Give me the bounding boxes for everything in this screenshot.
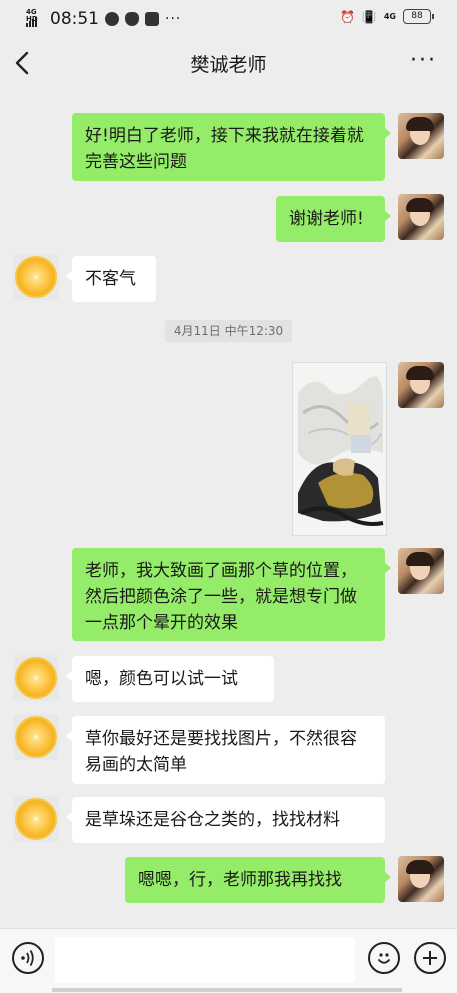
plus-button[interactable] [414, 942, 446, 974]
timestamp: 4月11日 中午12:30 [165, 320, 292, 342]
orange-avatar-icon [15, 798, 57, 840]
emoji-button[interactable] [368, 942, 400, 974]
battery-icon: 88 [403, 9, 434, 24]
clock: 08:51 [50, 9, 99, 29]
message-bubble[interactable]: 嗯嗯，行，老师那我再找找 [125, 857, 391, 903]
message-text: 好!明白了老师，接下来我就在接着就完善这些问题 [85, 126, 364, 172]
message-text: 老师，我大致画了画那个草的位置，然后把颜色涂了一些，就是想专门做一点那个晕开的效… [85, 561, 357, 633]
message-bubble[interactable]: 嗯，颜色可以试一试 [66, 656, 274, 702]
teacher-avatar[interactable] [13, 254, 59, 300]
chat-title: 樊诚老师 [190, 54, 267, 76]
network-right: 4G [383, 12, 396, 21]
teacher-avatar[interactable] [13, 714, 59, 760]
message-bubble[interactable]: 草你最好还是要找找图片，不然很容易画的太简单 [66, 716, 385, 784]
voice-icon [21, 950, 34, 966]
orange-avatar-icon [15, 657, 57, 699]
teacher-avatar[interactable] [13, 655, 59, 701]
status-bar: 4G HD 08:51 ··· ⏰ 📳 4G 88 [0, 0, 457, 36]
message-bubble[interactable]: 不客气 [66, 256, 156, 302]
qq-icon [125, 12, 139, 26]
my-avatar[interactable] [398, 194, 444, 240]
message-text: 是草垛还是谷仓之类的，找找材料 [85, 810, 340, 830]
chat-header: 樊诚老师 ··· [0, 36, 457, 92]
compass-icon [105, 12, 119, 26]
message-text: 草你最好还是要找找图片，不然很容易画的太简单 [85, 729, 357, 775]
my-avatar[interactable] [398, 113, 444, 159]
message-text: 嗯，颜色可以试一试 [85, 669, 238, 689]
signal-icon: 4G HD [26, 9, 44, 27]
alarm-icon: ⏰ [339, 9, 355, 24]
message-text: 谢谢老师! [289, 209, 364, 229]
app-icon [145, 12, 159, 26]
home-indicator [52, 988, 402, 992]
image-message[interactable] [292, 362, 387, 536]
message-bubble[interactable]: 好!明白了老师，接下来我就在接着就完善这些问题 [72, 113, 391, 181]
more-button[interactable]: ··· [410, 48, 437, 73]
orange-avatar-icon [15, 716, 57, 758]
message-text: 嗯嗯，行，老师那我再找找 [138, 870, 342, 890]
message-input[interactable] [55, 937, 355, 983]
more-status-icon: ··· [165, 11, 182, 27]
message-bubble[interactable]: 老师，我大致画了画那个草的位置，然后把颜色涂了一些，就是想专门做一点那个晕开的效… [72, 548, 391, 641]
my-avatar[interactable] [398, 362, 444, 408]
input-bar [0, 928, 457, 993]
voice-button[interactable] [12, 942, 44, 974]
message-bubble[interactable]: 谢谢老师! [276, 196, 391, 242]
teacher-avatar[interactable] [13, 796, 59, 842]
vibrate-icon: 📳 [361, 9, 377, 24]
message-text: 不客气 [85, 269, 136, 289]
emoji-icon [377, 953, 391, 964]
message-bubble[interactable]: 是草垛还是谷仓之类的，找找材料 [66, 797, 385, 843]
orange-avatar-icon [15, 256, 57, 298]
my-avatar[interactable] [398, 548, 444, 594]
my-avatar[interactable] [398, 856, 444, 902]
